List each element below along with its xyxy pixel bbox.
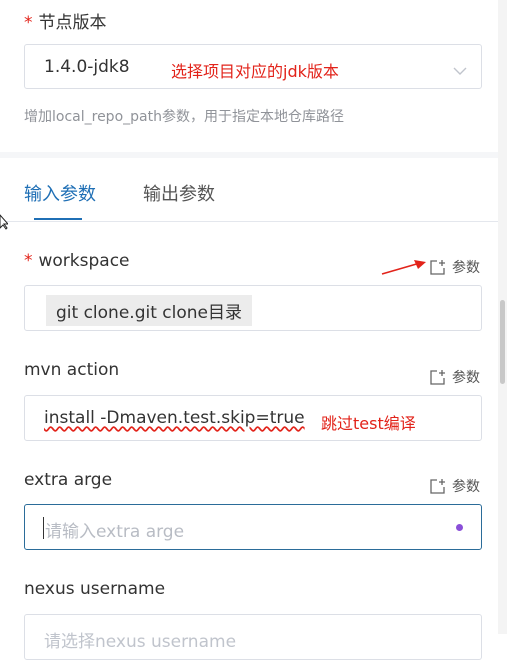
mouse-cursor-icon	[0, 214, 10, 234]
chevron-down-icon	[453, 61, 467, 80]
section-divider	[0, 152, 507, 158]
workspace-label: * workspace	[24, 251, 130, 271]
extra-arge-add-param-button[interactable]: 参数	[430, 476, 480, 496]
text-cursor	[43, 517, 44, 539]
extra-arge-input[interactable]: 请输入extra arge	[24, 504, 482, 550]
mvn-action-input[interactable]: install -Dmaven.test.skip=true 跳过test编译	[24, 395, 482, 441]
tab-active-indicator	[34, 218, 82, 220]
extra-arge-placeholder: 请输入extra arge	[45, 522, 185, 542]
required-mark: *	[24, 251, 33, 271]
status-dot-icon	[456, 524, 463, 531]
node-version-hint: 增加local_repo_path参数，用于指定本地仓库路径	[24, 109, 344, 125]
required-mark: *	[24, 13, 33, 33]
mvn-action-annotation: 跳过test编译	[321, 414, 416, 433]
scrollbar-thumb[interactable]	[500, 300, 505, 384]
mvn-action-add-param-button[interactable]: 参数	[430, 367, 480, 387]
nexus-username-placeholder: 请选择nexus username	[44, 632, 237, 652]
tab-input-params[interactable]: 输入参数	[24, 180, 96, 206]
add-param-icon	[430, 369, 446, 385]
add-param-icon	[430, 478, 446, 494]
node-version-label: * 节点版本	[24, 13, 107, 33]
extra-arge-label: extra arge	[24, 470, 113, 490]
tabs-divider	[0, 221, 507, 222]
tab-output-params[interactable]: 输出参数	[143, 180, 215, 206]
mvn-action-label: mvn action	[24, 360, 120, 380]
nexus-username-select[interactable]: 请选择nexus username	[24, 614, 482, 660]
workspace-value-chip: git clone.git clone目录	[46, 295, 252, 326]
nexus-username-label: nexus username	[24, 579, 166, 599]
red-arrow-icon	[380, 258, 430, 282]
workspace-input[interactable]: git clone.git clone目录	[24, 285, 482, 331]
scrollbar-track[interactable]	[498, 0, 507, 634]
node-version-select[interactable]: 1.4.0-jdk8 选择项目对应的jdk版本	[24, 44, 482, 89]
workspace-add-param-button[interactable]: 参数	[430, 257, 480, 277]
node-version-value: 1.4.0-jdk8	[44, 57, 130, 77]
node-version-annotation: 选择项目对应的jdk版本	[171, 62, 339, 81]
mvn-action-value: install -Dmaven.test.skip=true	[44, 408, 305, 428]
add-param-icon	[430, 259, 446, 275]
